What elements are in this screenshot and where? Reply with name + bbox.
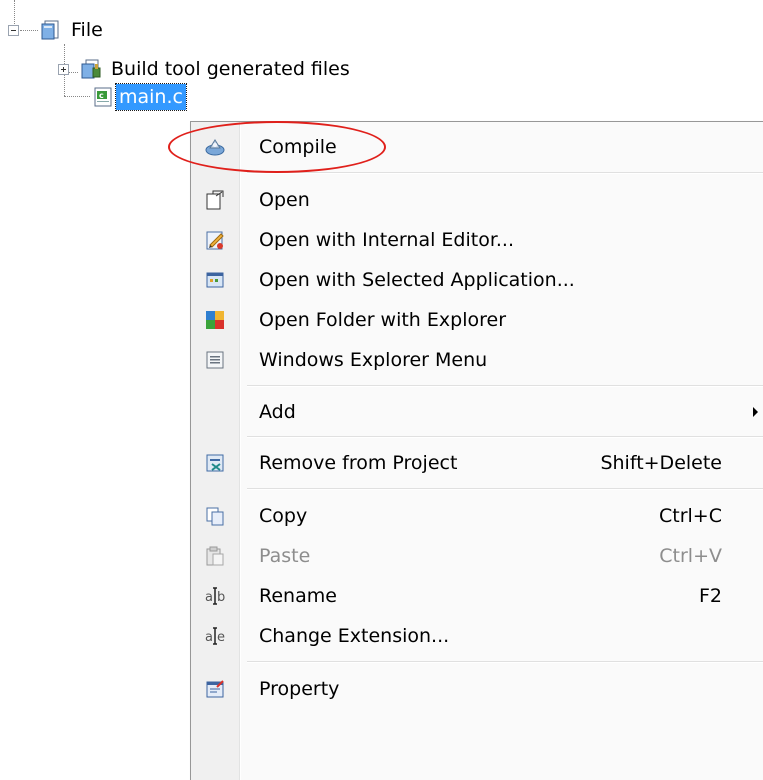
context-menu: Compile Open Open with Internal Editor..… xyxy=(190,121,763,780)
menu-separator xyxy=(247,385,763,387)
menu-label-add: Add xyxy=(259,401,296,423)
menu-item-open-folder-with-explorer[interactable]: Open Folder with Explorer xyxy=(191,300,763,340)
change-extension-icon: a e xyxy=(205,627,225,645)
folder-icon xyxy=(41,20,59,40)
menu-item-add[interactable]: Add xyxy=(191,392,763,432)
menu-label-paste: Paste xyxy=(259,545,311,567)
menu-item-open[interactable]: Open xyxy=(191,180,763,220)
menu-item-rename[interactable]: a b Rename F2 xyxy=(191,576,763,616)
build-files-folder-icon xyxy=(81,59,101,79)
tree-line xyxy=(20,30,38,31)
menu-item-remove-from-project[interactable]: Remove from Project Shift+Delete xyxy=(191,443,763,483)
menu-item-copy[interactable]: Copy Ctrl+C xyxy=(191,496,763,536)
explorer-folder-icon xyxy=(206,311,224,329)
svg-text:a: a xyxy=(205,630,213,645)
menu-item-paste[interactable]: Paste Ctrl+V xyxy=(191,536,763,576)
submenu-arrow-icon xyxy=(753,407,758,417)
explorer-menu-icon xyxy=(206,351,224,369)
tree-node-build-tool-generated-files[interactable]: Build tool generated files xyxy=(80,54,353,84)
menu-shortcut-paste: Ctrl+V xyxy=(659,545,722,567)
menu-label-remove-from-project: Remove from Project xyxy=(259,452,458,474)
menu-separator xyxy=(247,488,763,490)
rename-icon: a b xyxy=(205,587,225,605)
menu-label-open: Open xyxy=(259,189,310,211)
menu-label-open-with-internal-editor: Open with Internal Editor... xyxy=(259,229,515,251)
menu-label-copy: Copy xyxy=(259,505,308,527)
menu-label-open-folder-with-explorer: Open Folder with Explorer xyxy=(259,309,506,331)
remove-icon xyxy=(206,454,224,472)
menu-label-rename: Rename xyxy=(259,585,337,607)
property-icon xyxy=(206,680,224,698)
menu-item-windows-explorer-menu[interactable]: Windows Explorer Menu xyxy=(191,340,763,380)
paste-icon xyxy=(206,546,224,566)
menu-label-windows-explorer-menu: Windows Explorer Menu xyxy=(259,349,488,371)
expand-toggle-build-files[interactable] xyxy=(58,64,69,75)
menu-separator xyxy=(247,436,763,438)
menu-label-change-extension: Change Extension... xyxy=(259,625,450,647)
menu-shortcut-copy: Ctrl+C xyxy=(659,505,722,527)
tree-node-main-c[interactable]: c main.c xyxy=(92,82,187,112)
tree-node-file[interactable]: File xyxy=(40,15,106,45)
menu-separator xyxy=(247,172,763,174)
tree-label-build-tool-generated-files: Build tool generated files xyxy=(111,58,350,80)
menu-label-compile: Compile xyxy=(259,136,337,158)
menu-label-property: Property xyxy=(259,678,340,700)
svg-text:b: b xyxy=(217,590,225,605)
menu-separator xyxy=(247,661,763,663)
tree-label-file: File xyxy=(71,19,103,41)
menu-shortcut-rename: F2 xyxy=(698,585,722,607)
tree-line xyxy=(14,0,15,28)
svg-text:e: e xyxy=(217,630,225,645)
copy-icon xyxy=(206,507,224,526)
compile-icon xyxy=(205,139,225,156)
menu-item-compile[interactable]: Compile xyxy=(191,127,763,167)
svg-text:a: a xyxy=(205,590,213,605)
internal-editor-icon xyxy=(206,231,224,250)
menu-shortcut-remove-from-project: Shift+Delete xyxy=(600,452,722,474)
open-icon xyxy=(206,190,224,210)
menu-item-change-extension[interactable]: a e Change Extension... xyxy=(191,616,763,656)
menu-item-open-with-selected-application[interactable]: Open with Selected Application... xyxy=(191,260,763,300)
selected-application-icon xyxy=(206,272,224,288)
svg-text:c: c xyxy=(99,91,104,100)
menu-label-open-with-selected-application: Open with Selected Application... xyxy=(259,269,575,291)
c-source-file-icon: c xyxy=(94,87,112,107)
collapse-toggle-file[interactable] xyxy=(8,25,19,36)
menu-item-property[interactable]: Property xyxy=(191,669,763,709)
tree-line xyxy=(64,96,90,97)
menu-item-open-with-internal-editor[interactable]: Open with Internal Editor... xyxy=(191,220,763,260)
tree-label-main-c: main.c xyxy=(115,83,187,111)
